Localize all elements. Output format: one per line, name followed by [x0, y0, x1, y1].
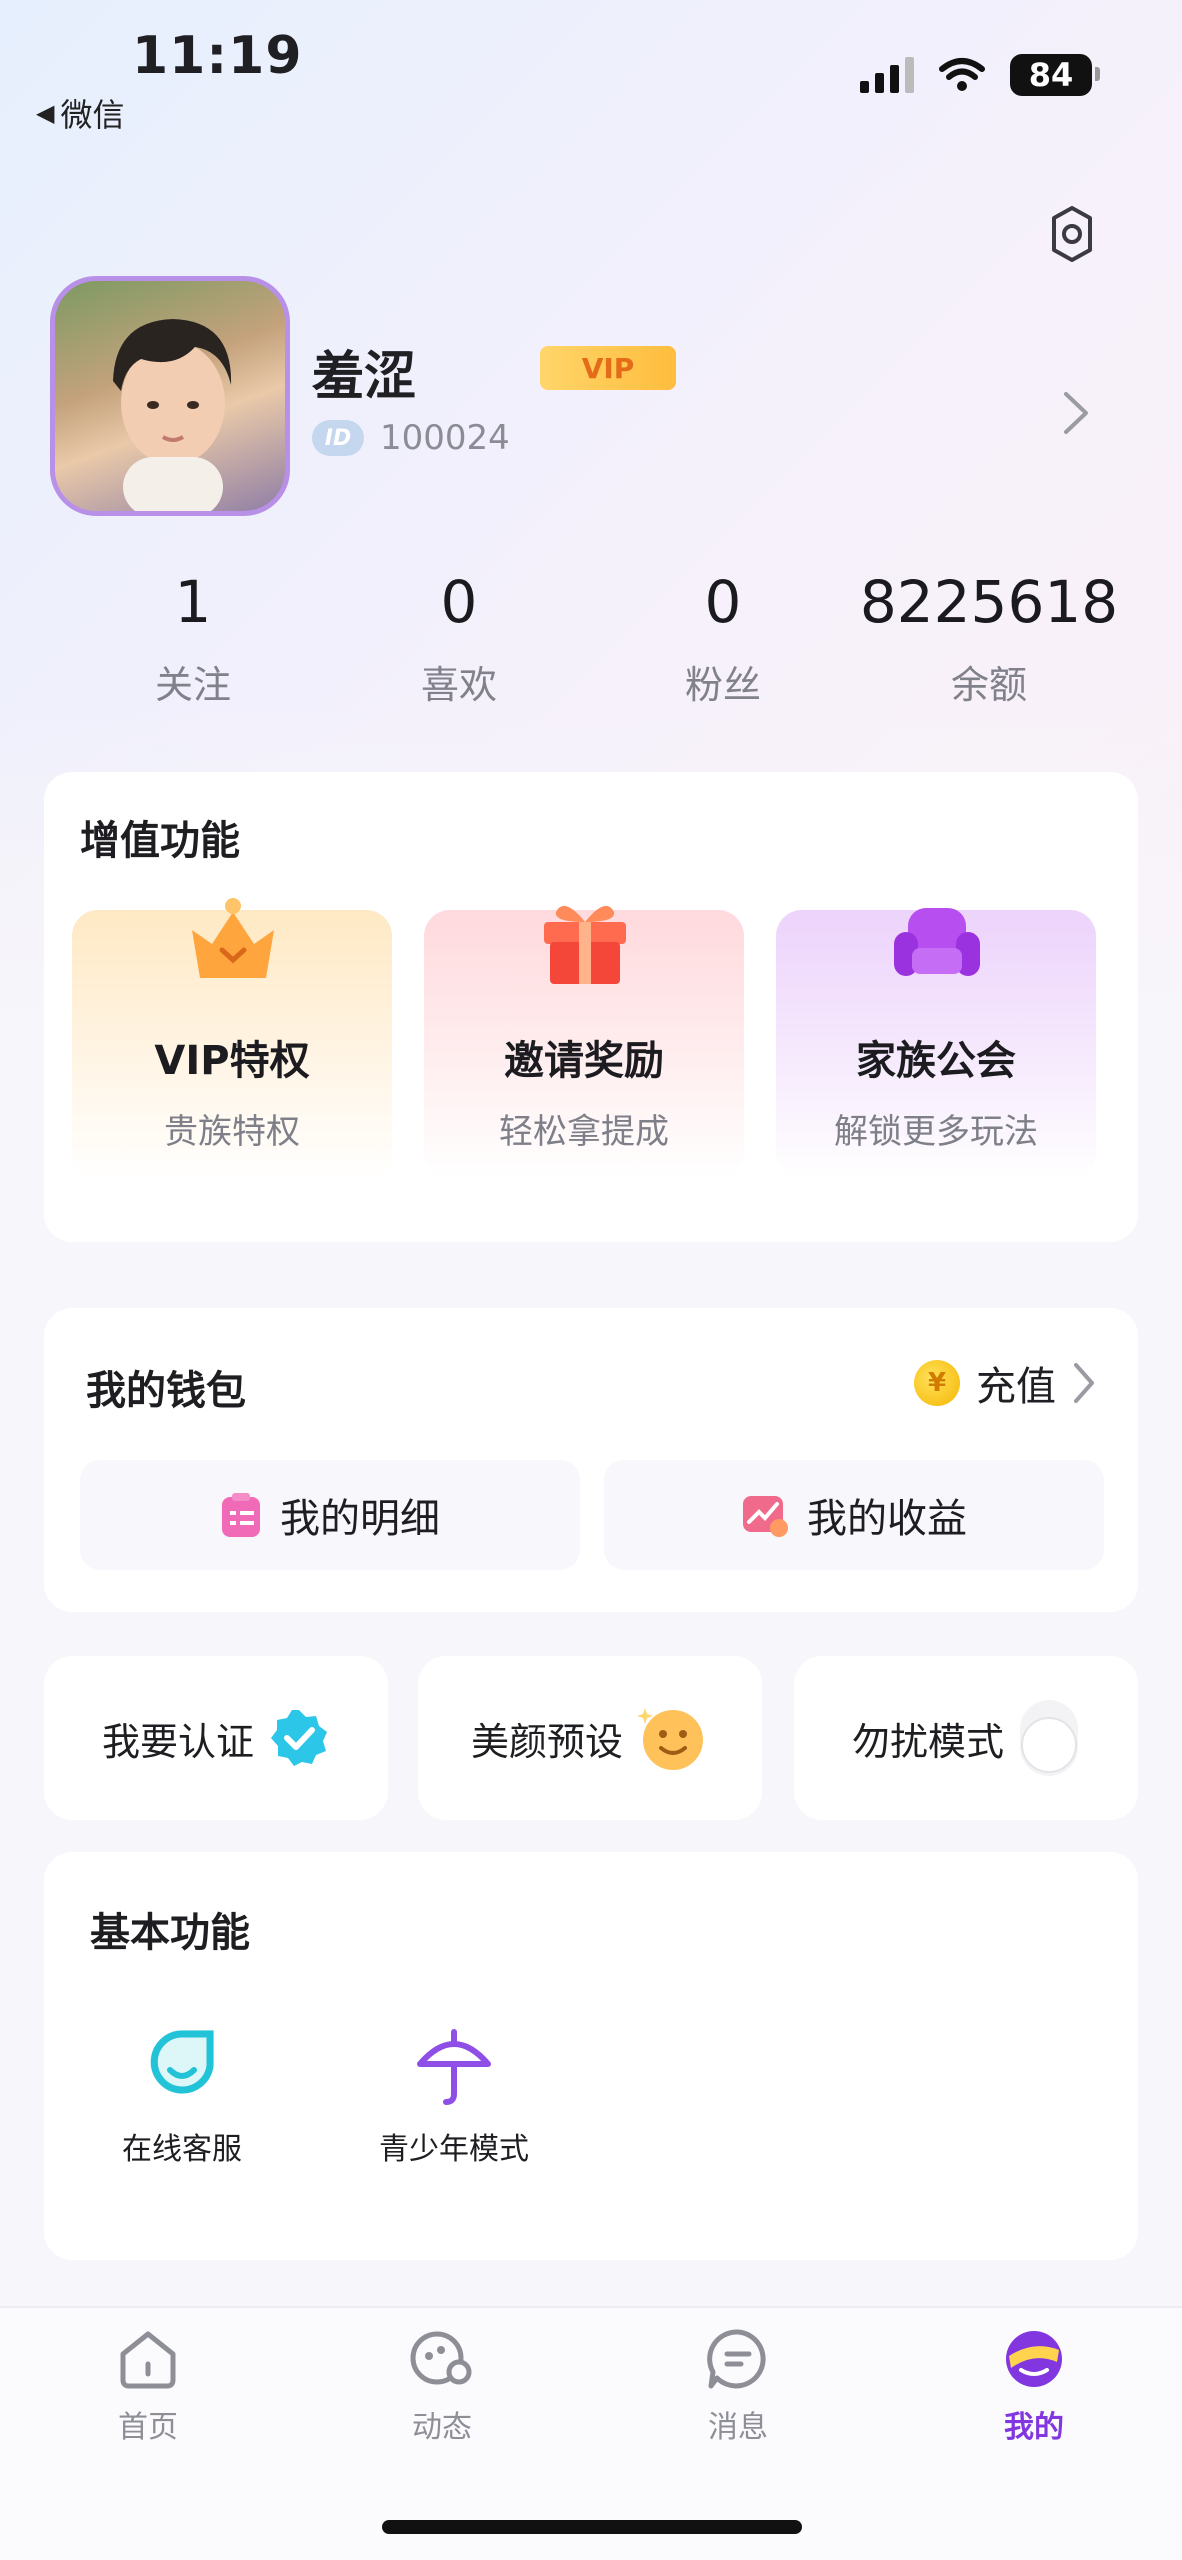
- home-icon: [120, 2331, 176, 2389]
- stat-label: 粉丝: [684, 663, 761, 707]
- avatar[interactable]: [50, 276, 290, 516]
- quick-label: 勿扰模式: [851, 1719, 1004, 1764]
- status-icons: 84: [860, 54, 1100, 96]
- smiley-icon: [637, 1708, 703, 1770]
- crown-icon: [192, 898, 274, 978]
- tab-home[interactable]: 首页: [48, 2326, 248, 2446]
- stat-value: 0: [704, 568, 742, 636]
- stat-label: 余额: [950, 663, 1027, 707]
- tab-label: 首页: [118, 2410, 178, 2445]
- customer-service-icon: [150, 2030, 214, 2094]
- avatar-portrait: [113, 319, 232, 511]
- earnings-chart-icon: [743, 1496, 788, 1537]
- value-added-title: 增值功能: [80, 818, 240, 864]
- signal-icon: [860, 57, 914, 93]
- my-earnings-button[interactable]: 我的收益: [604, 1460, 1104, 1570]
- back-app-label: 微信: [60, 96, 125, 134]
- sofa-icon: [894, 908, 980, 976]
- vip-badge[interactable]: VIP: [540, 346, 676, 390]
- stat-value: 1: [174, 568, 212, 636]
- feature-subtitle: 贵族特权: [164, 1112, 300, 1152]
- user-id-row: ID 100024: [312, 418, 510, 458]
- stat-label: 喜欢: [420, 663, 497, 707]
- umbrella-icon: [417, 2029, 491, 2105]
- teen-mode-button[interactable]: 青少年模式: [354, 2024, 554, 2168]
- tab-messages[interactable]: 消息: [638, 2326, 838, 2446]
- quick-label: 美颜预设: [470, 1719, 623, 1764]
- stat-likes[interactable]: 0 喜欢: [324, 568, 594, 709]
- stat-following[interactable]: 1 关注: [58, 568, 328, 709]
- wifi-icon: [939, 58, 985, 91]
- feature-title: 邀请奖励: [504, 1038, 664, 1084]
- my-details-button[interactable]: 我的明细: [80, 1460, 580, 1570]
- settings-gear-icon[interactable]: [1042, 204, 1102, 264]
- me-icon: [1006, 2331, 1062, 2387]
- customer-service-button[interactable]: 在线客服: [82, 2024, 282, 2168]
- stat-label: 关注: [154, 663, 231, 707]
- back-to-wechat[interactable]: ◀ 微信: [36, 90, 124, 136]
- feature-subtitle: 轻松拿提成: [499, 1112, 669, 1152]
- stat-value: 0: [440, 568, 478, 636]
- tab-label: 我的: [1004, 2410, 1064, 2445]
- stat-fans[interactable]: 0 粉丝: [588, 568, 858, 709]
- tab-label: 消息: [708, 2410, 768, 2445]
- moments-icon: [410, 2331, 472, 2385]
- feature-subtitle: 解锁更多玩法: [834, 1112, 1038, 1152]
- coin-icon: ¥: [914, 1360, 960, 1406]
- home-indicator[interactable]: [382, 2520, 802, 2534]
- id-icon: ID: [312, 420, 364, 456]
- status-time: 11:19: [132, 26, 303, 86]
- feature-title: 家族公会: [856, 1038, 1016, 1084]
- basic-item-label: 在线客服: [122, 2132, 242, 2167]
- recharge-label: 充值: [976, 1364, 1056, 1410]
- verified-badge-icon: [271, 1710, 327, 1766]
- quick-label: 我要认证: [101, 1719, 254, 1764]
- beauty-preset-button[interactable]: 美颜预设: [418, 1656, 762, 1820]
- chevron-right-icon[interactable]: [1058, 388, 1092, 438]
- stat-value: 8225618: [859, 568, 1119, 636]
- feature-title: VIP特权: [154, 1038, 310, 1084]
- user-id: 100024: [380, 418, 510, 458]
- wallet-title: 我的钱包: [86, 1368, 246, 1414]
- gift-icon: [544, 905, 626, 984]
- my-earnings-label: 我的收益: [807, 1496, 967, 1542]
- do-not-disturb-button[interactable]: 勿扰模式: [794, 1656, 1138, 1820]
- recharge-button[interactable]: ¥ 充值: [914, 1354, 1096, 1412]
- verify-button[interactable]: 我要认证: [44, 1656, 388, 1820]
- chevron-right-icon: [1074, 1363, 1094, 1403]
- my-details-label: 我的明细: [280, 1496, 440, 1542]
- basic-item-label: 青少年模式: [379, 2132, 529, 2167]
- clipboard-list-icon: [222, 1493, 260, 1537]
- battery-icon: 84: [1010, 54, 1100, 96]
- toggle-icon[interactable]: [1018, 1698, 1080, 1778]
- stat-balance[interactable]: 8225618 余额: [854, 568, 1124, 709]
- tab-moments[interactable]: 动态: [342, 2326, 542, 2446]
- tab-me[interactable]: 我的: [934, 2326, 1134, 2446]
- back-arrow-icon: ◀: [36, 99, 55, 127]
- nickname: 羞涩: [312, 347, 417, 407]
- message-icon: [707, 2329, 766, 2389]
- tab-label: 动态: [412, 2410, 472, 2445]
- basic-functions-title: 基本功能: [90, 1910, 250, 1956]
